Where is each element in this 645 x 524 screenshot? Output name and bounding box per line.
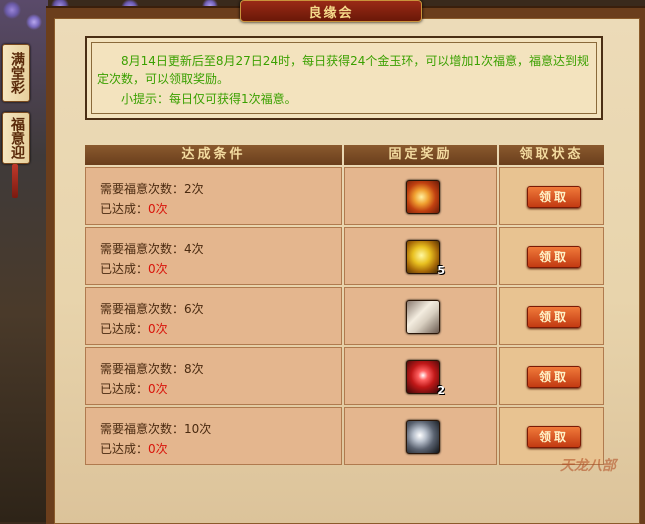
achieved-text: 已达成：0次 [100, 262, 168, 276]
achieved-count: 0次 [148, 382, 168, 396]
table-row: 需要福意次数：4次 已达成：0次 5 领取 [85, 227, 604, 285]
achieved-text: 已达成：0次 [100, 322, 168, 336]
requirement-text: 需要福意次数：8次 [100, 362, 204, 376]
requirement-text: 需要福意次数：6次 [100, 302, 204, 316]
table-row: 需要福意次数：8次 已达成：0次 2 领取 [85, 347, 604, 405]
claim-button[interactable]: 领取 [527, 186, 581, 208]
reward-count: 5 [437, 264, 445, 277]
gold-ingot-icon[interactable]: 5 [406, 240, 445, 277]
reward-count: 2 [437, 384, 445, 397]
table-row: 需要福意次数：2次 已达成：0次 领取 [85, 167, 604, 225]
table-row: 需要福意次数：10次 已达成：0次 领取 [85, 407, 604, 465]
title-plate: 良缘会 [240, 0, 422, 22]
game-logo: 天龙八部 [560, 458, 616, 474]
orange-orb-icon[interactable] [406, 180, 440, 214]
header-reward: 固定奖励 [344, 145, 497, 165]
claim-button[interactable]: 领取 [527, 246, 581, 268]
scroll-icon[interactable] [406, 300, 440, 334]
notice-text: 8月14日更新后至8月27日24时，每日获得24个金玉环，可以增加1次福意，福意… [97, 54, 589, 86]
achieved-text: 已达成：0次 [100, 442, 168, 456]
claim-button[interactable]: 领取 [527, 426, 581, 448]
requirement-text: 需要福意次数：10次 [100, 422, 212, 436]
tassel-decoration [12, 164, 18, 198]
side-tab-fuyiying[interactable]: 福意迎 [2, 112, 30, 164]
achieved-count: 0次 [148, 322, 168, 336]
silver-gem-icon[interactable] [406, 420, 440, 454]
claim-button[interactable]: 领取 [527, 366, 581, 388]
achieved-count: 0次 [148, 442, 168, 456]
notice-tip: 小提示：每日仅可获得1次福意。 [121, 92, 297, 106]
side-tab-mantangcai[interactable]: 满堂彩 [2, 44, 30, 102]
header-status: 领取状态 [499, 145, 604, 165]
requirement-text: 需要福意次数：4次 [100, 242, 204, 256]
claim-button[interactable]: 领取 [527, 306, 581, 328]
notice-box: 8月14日更新后至8月27日24时，每日获得24个金玉环，可以增加1次福意，福意… [85, 36, 603, 120]
achieved-text: 已达成：0次 [100, 382, 168, 396]
red-firework-icon[interactable]: 2 [406, 360, 445, 397]
achieved-count: 0次 [148, 202, 168, 216]
table-row: 需要福意次数：6次 已达成：0次 领取 [85, 287, 604, 345]
achieved-count: 0次 [148, 262, 168, 276]
requirement-text: 需要福意次数：2次 [100, 182, 204, 196]
window-title: 良缘会 [308, 6, 354, 21]
header-condition: 达成条件 [85, 145, 342, 165]
achieved-text: 已达成：0次 [100, 202, 168, 216]
